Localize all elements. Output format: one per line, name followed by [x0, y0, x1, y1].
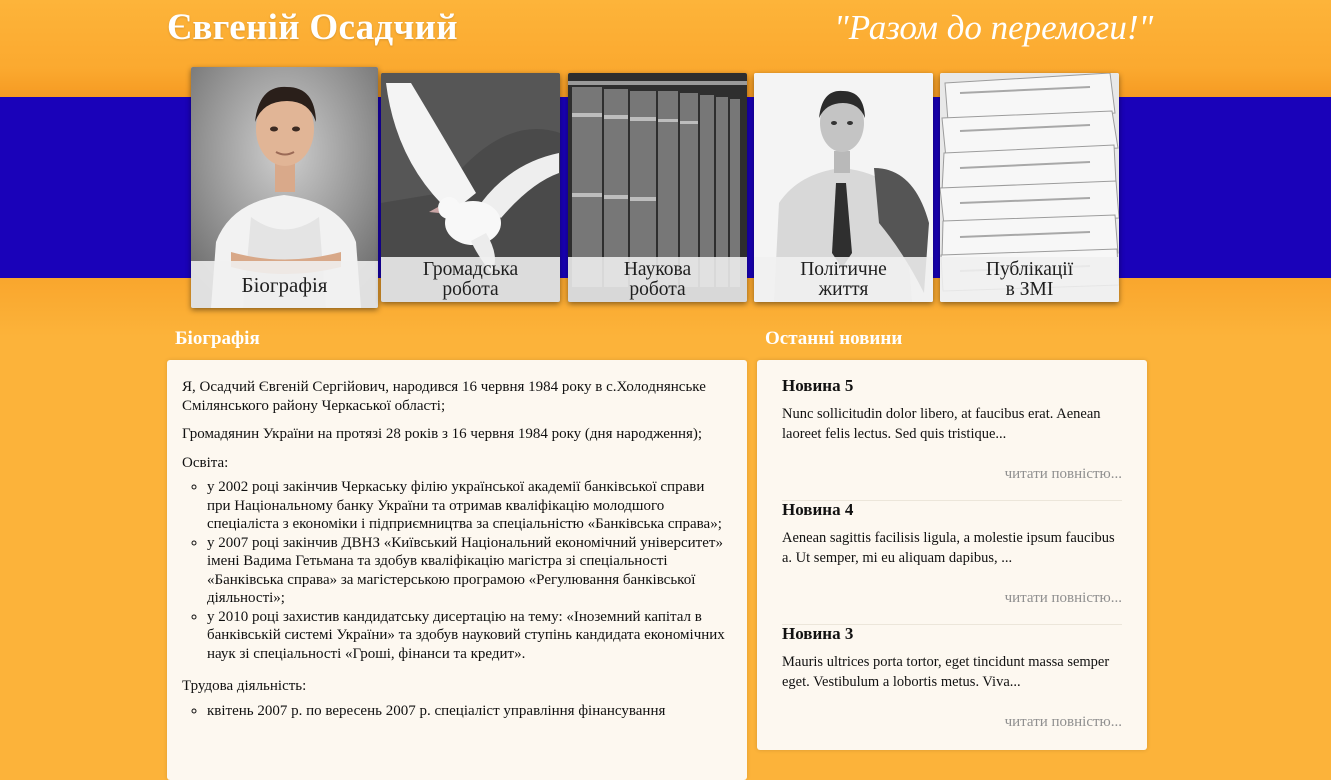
nav-tile-media[interactable]: Публікації в ЗМІ [940, 73, 1119, 302]
work-title: Трудова діяльність: [182, 678, 307, 694]
list-item: квітень 2007 р. по вересень 2007 р. спец… [207, 702, 729, 721]
news-title[interactable]: Новина 5 [782, 376, 1122, 397]
read-more-link[interactable]: читати повністю... [1005, 714, 1122, 731]
news-excerpt: Nunc sollicitudin dolor libero, at fauci… [782, 406, 1101, 442]
nav-tile-label: Політичне життя [754, 257, 933, 302]
nav-tile-biography[interactable]: Біографія [191, 67, 378, 308]
news-title[interactable]: Новина 3 [782, 624, 1122, 645]
news-excerpt: Mauris ultrices porta tortor, eget tinci… [782, 654, 1110, 690]
news-title[interactable]: Новина 4 [782, 500, 1122, 521]
bio-panel: Я, Осадчий Євгеній Сергійович, народився… [167, 360, 747, 780]
read-more-link[interactable]: читати повністю... [1005, 466, 1122, 483]
news-heading: Останні новини [765, 328, 903, 349]
bio-intro: Я, Осадчий Євгеній Сергійович, народився… [182, 379, 706, 414]
news-panel: Новина 5 Nunc sollicitudin dolor libero,… [757, 360, 1147, 750]
slogan: "Разом до перемоги!" [834, 8, 1154, 47]
education-list: у 2002 році закінчив Черкаську філію укр… [182, 478, 729, 663]
nav-tile-label: Громадська робота [381, 257, 560, 302]
nav-tile-label: Публікації в ЗМІ [940, 257, 1119, 302]
bio-heading: Біографія [175, 328, 260, 349]
news-item: Новина 4 Aenean sagittis facilisis ligul… [782, 500, 1122, 625]
news-item: Новина 5 Nunc sollicitudin dolor libero,… [782, 376, 1122, 501]
work-list: квітень 2007 р. по вересень 2007 р. спец… [182, 702, 729, 721]
news-excerpt: Aenean sagittis facilisis ligula, a mole… [782, 530, 1115, 566]
news-item: Новина 3 Mauris ultrices porta tortor, e… [782, 624, 1122, 748]
list-item: у 2002 році закінчив Черкаську філію укр… [207, 478, 729, 534]
nav-tile-label: Наукова робота [568, 257, 747, 302]
bio-content: Я, Осадчий Євгеній Сергійович, народився… [167, 360, 747, 720]
bio-citizenship: Громадянин України на протязі 28 років з… [182, 426, 703, 442]
site-title[interactable]: Євгеній Осадчий [167, 6, 458, 49]
nav-tile-scientific-work[interactable]: Наукова робота [568, 73, 747, 302]
education-title: Освіта: [182, 454, 229, 471]
read-more-link[interactable]: читати повністю... [1005, 590, 1122, 607]
nav-tile-label: Біографія [191, 261, 378, 308]
list-item: у 2007 році закінчив ДВНЗ «Київський Нац… [207, 534, 729, 608]
nav-tile-political-life[interactable]: Політичне життя [754, 73, 933, 302]
list-item: у 2010 році захистив кандидатську дисерт… [207, 608, 729, 664]
nav-tile-public-work[interactable]: Громадська робота [381, 73, 560, 302]
